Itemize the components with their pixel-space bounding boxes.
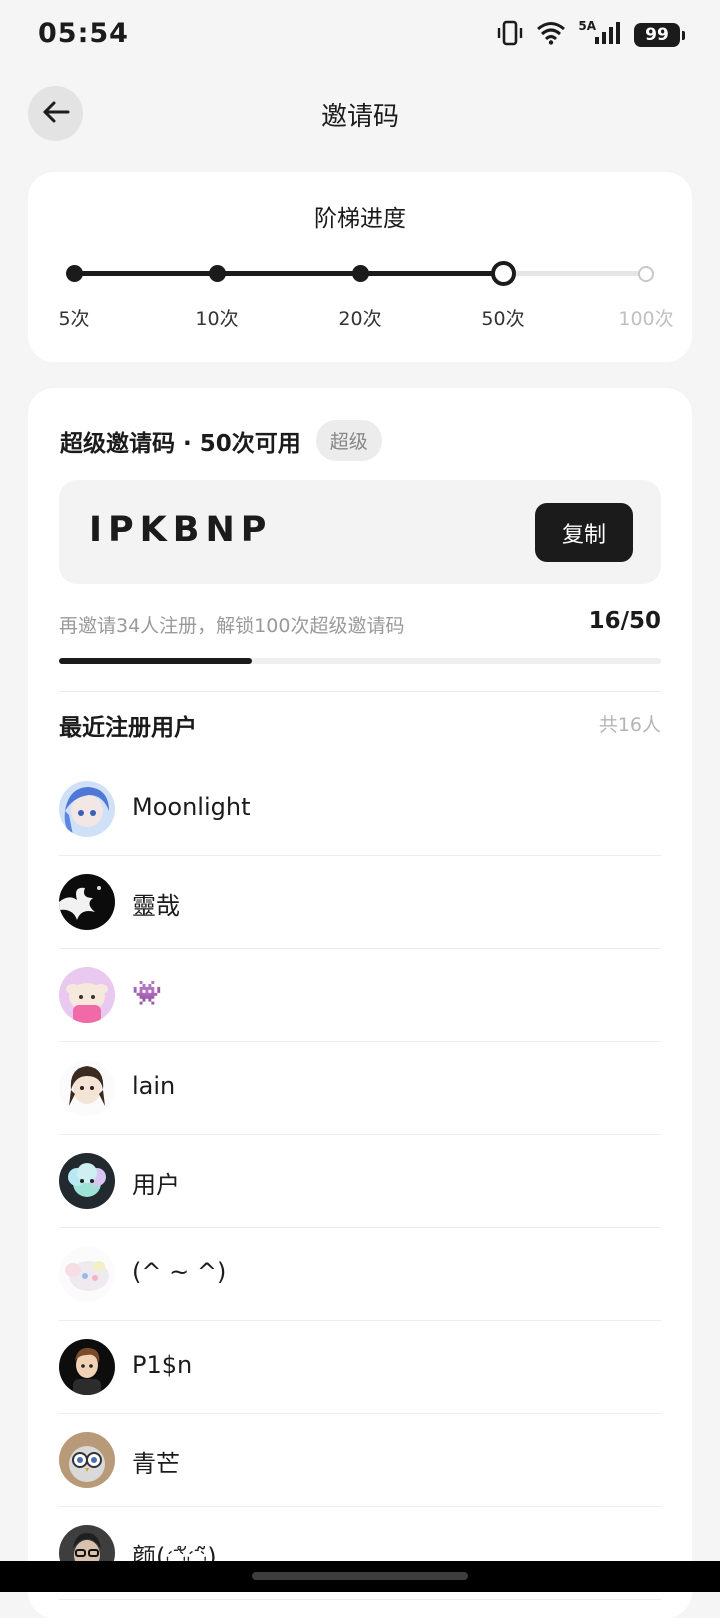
- user-name: 青芒: [132, 1450, 180, 1478]
- divider: [59, 691, 661, 692]
- ladder-progress-card: 阶梯进度 5次 10次 20次 50次 100次: [28, 172, 692, 362]
- code-heading-text: 超级邀请码 · 50次可用: [60, 430, 301, 457]
- copy-button[interactable]: 复制: [535, 503, 633, 562]
- invite-code-text[interactable]: IPKBNP: [89, 510, 272, 550]
- wifi-icon: [536, 21, 566, 49]
- status-bar: 05:54 5A 99: [0, 0, 720, 70]
- vibrate-icon: [496, 20, 524, 50]
- network-type: 5A: [578, 19, 596, 33]
- list-item[interactable]: 👾: [59, 949, 661, 1042]
- invite-progress-fill: [59, 658, 252, 664]
- list-item[interactable]: (^ ~ ^): [59, 1228, 661, 1321]
- cartoon-boy-avatar: [59, 1339, 115, 1395]
- step-dot: [352, 265, 369, 282]
- owl-avatar: [59, 1432, 115, 1488]
- user-name: 用户: [132, 1171, 180, 1199]
- pink-bunny-avatar: [59, 967, 115, 1023]
- step-label: 5次: [58, 308, 90, 330]
- step-label: 10次: [195, 308, 239, 330]
- home-indicator[interactable]: [252, 1572, 468, 1580]
- page-title: 邀请码: [320, 102, 399, 132]
- step-label: 20次: [338, 308, 382, 330]
- pastel-plush-avatar: [59, 1246, 115, 1302]
- step-dot-future: [638, 266, 654, 282]
- step-dot: [66, 265, 83, 282]
- step-dot-current: [491, 261, 516, 286]
- signal-icon: [594, 21, 622, 49]
- progress-count: 16/50: [588, 608, 661, 634]
- sketch-girl-avatar: [59, 1060, 115, 1116]
- list-item[interactable]: 用户: [59, 1135, 661, 1228]
- battery-icon: 99: [634, 23, 685, 47]
- user-name: (^ ~ ^): [132, 1258, 227, 1286]
- anime-blue-avatar: [59, 781, 115, 837]
- cloud-mascot-avatar: [59, 1153, 115, 1209]
- code-box: IPKBNP 复制: [59, 480, 661, 584]
- list-item[interactable]: Moonlight: [59, 763, 661, 856]
- user-name: 靈哉: [132, 892, 180, 920]
- list-item[interactable]: P1$n: [59, 1321, 661, 1414]
- navigation-bar: [0, 1561, 720, 1592]
- step-dot: [209, 265, 226, 282]
- dark-splash-avatar: [59, 874, 115, 930]
- invite-code-card: 超级邀请码 · 50次可用 超级 IPKBNP 复制 再邀请34人注册，解锁10…: [28, 388, 692, 1618]
- super-badge: 超级: [315, 420, 382, 461]
- status-icons: 5A 99: [496, 19, 685, 50]
- list-item[interactable]: 青芒: [59, 1414, 661, 1507]
- user-name: lain: [132, 1072, 176, 1100]
- list-item[interactable]: lain: [59, 1042, 661, 1135]
- user-name: 👾: [132, 979, 162, 1007]
- user-list: Moonlight 靈哉 👾 lain 用户 (^ ~ ^) P1$n 青芒 颜…: [59, 763, 661, 1600]
- recent-users-count: 共16人: [598, 714, 661, 736]
- list-item[interactable]: 靈哉: [59, 856, 661, 949]
- invite-progress-bar: [59, 658, 661, 664]
- code-heading: 超级邀请码 · 50次可用 超级: [60, 420, 382, 461]
- user-name: Moonlight: [132, 793, 251, 821]
- step-label: 100次: [618, 308, 674, 330]
- step-label: 50次: [481, 308, 525, 330]
- ladder-title: 阶梯进度: [314, 206, 406, 232]
- progress-hint: 再邀请34人注册，解锁100次超级邀请码: [59, 615, 405, 637]
- user-name: P1$n: [132, 1351, 193, 1379]
- status-time: 05:54: [38, 18, 129, 49]
- recent-users-title: 最近注册用户: [59, 715, 197, 741]
- ladder-track-fill: [74, 271, 503, 276]
